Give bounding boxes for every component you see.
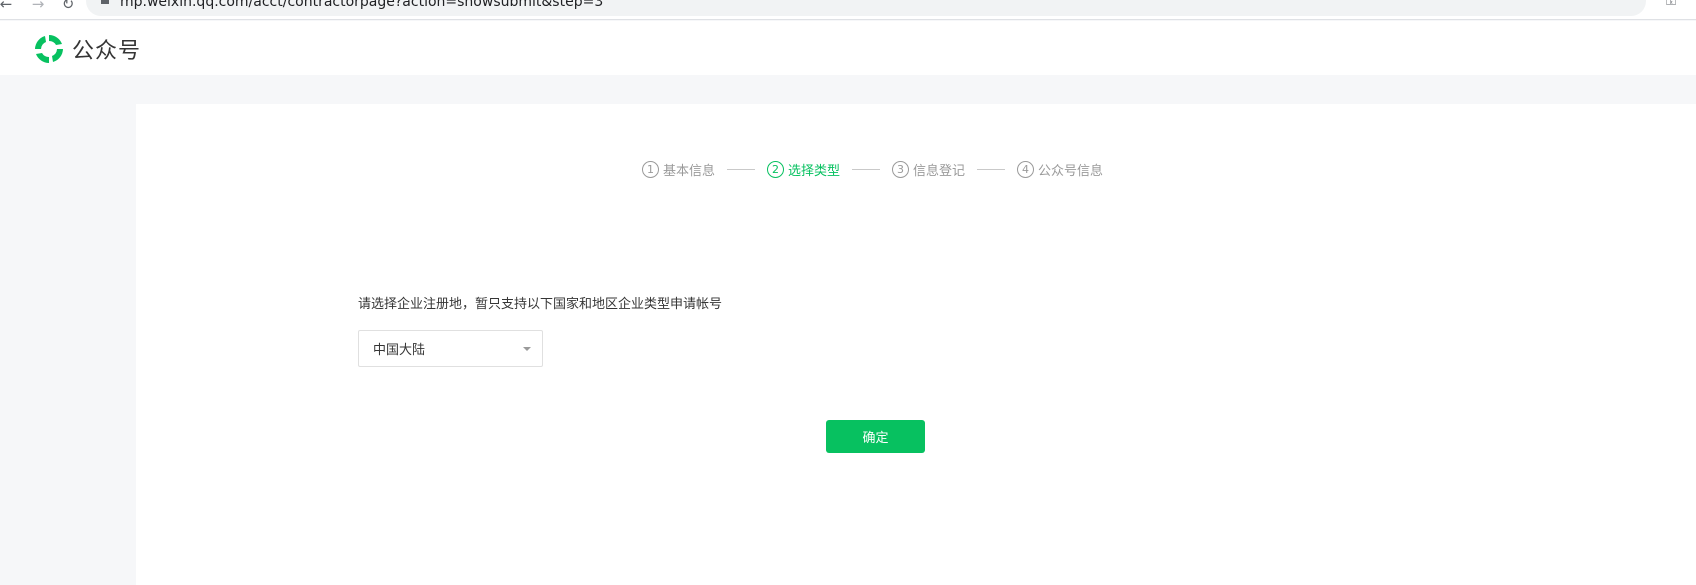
region-select-value: 中国大陆 [373, 343, 426, 358]
reload-icon[interactable]: ↻ [58, 0, 78, 14]
main-card: 1 基本信息 2 选择类型 3 信息登记 4 公众号信息 请选择企业注册地，暂只… [136, 104, 1696, 585]
site-logo[interactable]: 公众号 [32, 32, 141, 66]
step-3: 3 信息登记 [892, 160, 965, 179]
chevron-down-icon [523, 347, 531, 351]
step-4-label: 公众号信息 [1038, 163, 1104, 179]
wechat-official-account-logo-icon [35, 35, 63, 63]
browser-toolbar: ← → ↻ mp.weixin.qq.com/acct/contractorpa… [0, 0, 1696, 20]
region-select[interactable]: 中国大陆 [358, 330, 543, 367]
step-3-number: 3 [892, 160, 910, 178]
lock-icon [101, 0, 109, 4]
region-prompt: 请选择企业注册地，暂只支持以下国家和地区企业类型申请帐号 [358, 297, 723, 312]
step-4: 4 公众号信息 [1017, 160, 1103, 179]
step-divider [727, 168, 756, 170]
back-arrow-icon[interactable]: ← [0, 0, 16, 14]
forward-arrow-icon[interactable]: → [28, 0, 48, 14]
step-progress: 1 基本信息 2 选择类型 3 信息登记 4 公众号信息 [642, 160, 1103, 179]
step-4-number: 4 [1017, 160, 1035, 178]
step-2-number: 2 [767, 160, 785, 178]
step-1-label: 基本信息 [663, 163, 716, 179]
step-divider [852, 168, 881, 170]
step-1: 1 基本信息 [642, 160, 715, 179]
logo-text: 公众号 [72, 39, 142, 64]
key-icon[interactable]: ⚿ [1666, 0, 1676, 9]
step-divider [977, 168, 1006, 170]
step-3-label: 信息登记 [913, 163, 966, 179]
url-text[interactable]: mp.weixin.qq.com/acct/contractorpage?act… [120, 0, 603, 10]
site-header: 公众号 [0, 21, 1696, 75]
step-2: 2 选择类型 [767, 160, 840, 179]
confirm-button[interactable]: 确定 [826, 420, 925, 453]
step-2-label: 选择类型 [788, 163, 841, 179]
step-1-number: 1 [642, 160, 659, 178]
